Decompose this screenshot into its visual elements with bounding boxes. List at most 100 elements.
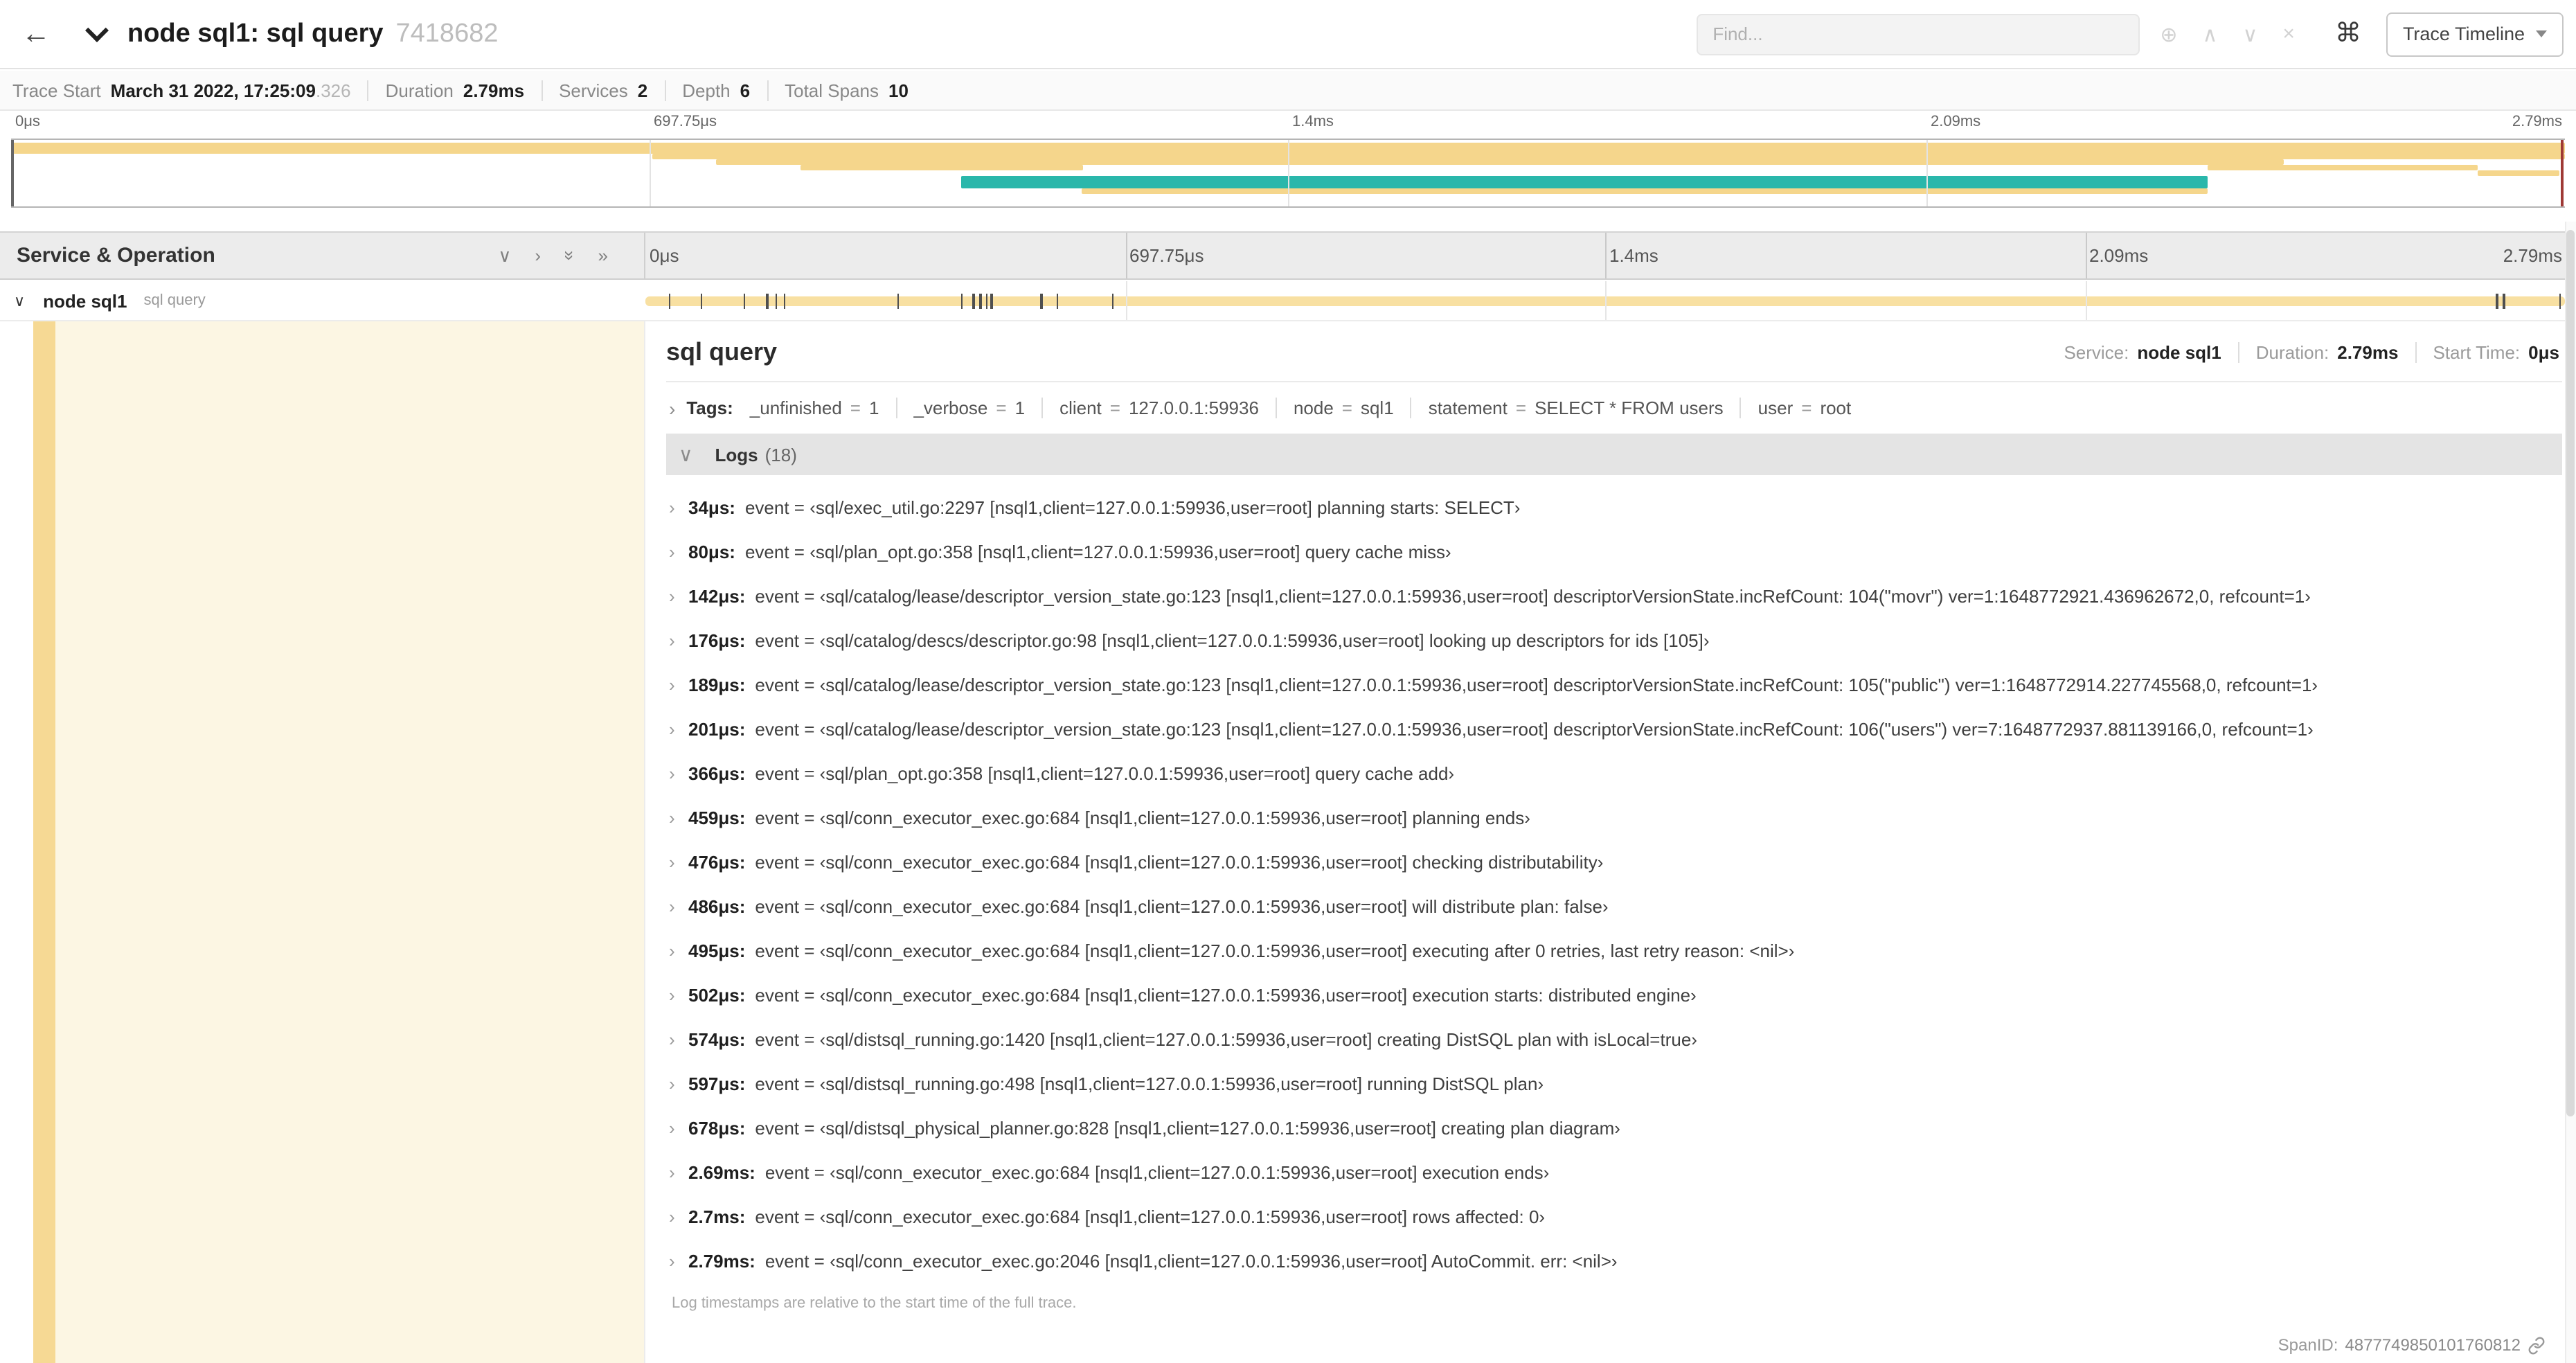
gridline [1125, 281, 1127, 320]
meta-label: Start Time: [2433, 342, 2521, 363]
summary-item: Trace Start March 31 2022, 17:25:09.326 [12, 80, 351, 100]
log-message: event = ‹sql/conn_executor_exec.go:684 [… [755, 984, 1697, 1005]
log-message: event = ‹sql/conn_executor_exec.go:684 [… [755, 851, 1604, 872]
span-name-cell[interactable]: ∨ node sql1 sql query [0, 281, 645, 320]
tag-item: _unfinished = 1 [750, 398, 896, 418]
equals-sign: = [1341, 398, 1352, 418]
log-row[interactable]: › 2.79ms: event = ‹sql/conn_executor_exec.… [669, 1238, 2562, 1283]
log-row[interactable]: › 597μs: event = ‹sql/distsql_running.go:4… [669, 1061, 2562, 1105]
span-detail-header: sql query Service: node sql1 Duration: 2.79… [666, 327, 2562, 382]
log-row[interactable]: › 574μs: event = ‹sql/distsql_running.go:1… [669, 1017, 2562, 1061]
trace-summary-bar: Trace Start March 31 2022, 17:25:09.326 Du… [0, 71, 2576, 111]
collapse-all-icon[interactable]: » [559, 251, 580, 260]
log-message: event = ‹sql/distsql_physical_planner.go… [755, 1117, 1620, 1138]
log-row[interactable]: › 80μs: event = ‹sql/plan_opt.go:358 [nsql… [669, 529, 2562, 573]
timeline-header-row: Service & Operation ∨ › » » 0μs 697.75μs 1.4m… [0, 231, 2576, 280]
back-button[interactable]: ← [8, 6, 64, 62]
log-marker [2496, 294, 2498, 309]
log-marker [1040, 294, 1043, 309]
log-row[interactable]: › 189μs: event = ‹sql/catalog/lease/descri… [669, 662, 2562, 706]
span-color-strip [33, 321, 55, 1363]
chevron-right-icon: › [669, 630, 675, 650]
log-row[interactable]: › 495μs: event = ‹sql/conn_executor_exec.g… [669, 928, 2562, 972]
tag-value: 1 [1014, 398, 1026, 418]
time-tick-label: 2.79ms [2503, 245, 2562, 266]
meta-label: Duration: [2255, 342, 2329, 363]
logs-accordion-header[interactable]: ∨ Logs (18) [666, 434, 2562, 475]
log-row[interactable]: › 176μs: event = ‹sql/catalog/descs/descri… [669, 618, 2562, 662]
span-id-row: SpanID: 4877749850101760812 [2278, 1335, 2546, 1355]
prev-result-icon[interactable]: ∧ [2190, 21, 2230, 46]
minimap-span-bar [800, 165, 1084, 170]
log-message: event = ‹sql/conn_executor_exec.go:684 [… [755, 940, 1795, 961]
log-message: event = ‹sql/conn_executor_exec.go:684 [… [764, 1161, 1550, 1182]
log-row[interactable]: › 2.7ms: event = ‹sql/conn_executor_exec.g… [669, 1194, 2562, 1238]
log-marker [700, 294, 703, 309]
log-row[interactable]: › 459μs: event = ‹sql/conn_executor_exec.g… [669, 795, 2562, 839]
chevron-right-icon: › [669, 497, 675, 517]
trace-view-select[interactable]: Trace Timeline [2386, 12, 2564, 56]
log-row[interactable]: › 678μs: event = ‹sql/distsql_physical_pla… [669, 1105, 2562, 1150]
minimap-left-scrubber[interactable] [11, 140, 14, 206]
equals-sign: = [1801, 398, 1812, 418]
next-result-icon[interactable]: ∨ [2230, 21, 2270, 46]
span-row: ∨ node sql1 sql query [0, 281, 2576, 321]
chevron-right-icon: › [669, 1206, 675, 1227]
equals-sign: = [996, 398, 1007, 418]
log-marker [743, 294, 746, 309]
summary-suffix: .326 [315, 80, 351, 100]
log-marker [990, 294, 993, 309]
find-controls: ⊕ ∧ ∨ × [2147, 21, 2307, 46]
collapse-trace-chevron-icon[interactable] [85, 18, 109, 42]
chevron-right-icon: › [669, 807, 675, 828]
log-message: event = ‹sql/distsql_running.go:498 [nsq… [755, 1073, 1544, 1094]
chevron-down-icon[interactable]: ∨ [14, 292, 25, 310]
chevron-right-icon: › [669, 1161, 675, 1182]
chevron-right-icon: › [669, 763, 675, 783]
expand-one-icon[interactable]: › [535, 247, 541, 265]
log-row[interactable]: › 201μs: event = ‹sql/catalog/lease/descri… [669, 706, 2562, 751]
tags-accordion[interactable]: › Tags: _unfinished = 1 _verbose = 1 client = 12… [666, 382, 2562, 434]
chevron-right-icon: › [669, 851, 675, 872]
summary-label: Trace Start [12, 80, 101, 100]
minimap-span-bar [1081, 188, 2208, 194]
log-timestamp: 486μs: [688, 896, 746, 916]
focus-spans-icon[interactable]: ⊕ [2147, 21, 2190, 46]
log-row[interactable]: › 142μs: event = ‹sql/catalog/lease/descri… [669, 573, 2562, 618]
summary-label: Duration [385, 80, 454, 100]
span-meta-item: Service: node sql1 [2064, 342, 2221, 363]
divider [367, 80, 369, 100]
chevron-right-icon: › [669, 984, 675, 1005]
log-row[interactable]: › 34μs: event = ‹sql/exec_util.go:2297 [ns… [669, 485, 2562, 529]
span-meta-item: Duration: 2.79ms [2256, 342, 2399, 363]
time-tick-label: 2.09ms [1931, 114, 1981, 130]
span-bar-cell[interactable] [645, 281, 2565, 320]
link-icon[interactable] [2528, 1336, 2546, 1354]
find-input[interactable] [1696, 13, 2140, 55]
log-row[interactable]: › 2.69ms: event = ‹sql/conn_executor_exec.… [669, 1150, 2562, 1194]
minimap-span-bar [2207, 165, 2478, 170]
scrollbar-thumb[interactable] [2566, 230, 2575, 1116]
log-timestamp: 459μs: [688, 807, 746, 828]
log-row[interactable]: › 366μs: event = ‹sql/plan_opt.go:358 [nsq… [669, 751, 2562, 795]
log-message: event = ‹sql/catalog/descs/descriptor.go… [755, 630, 1710, 650]
timeline-minimap[interactable] [11, 139, 2565, 208]
tag-value: SELECT * FROM users [1535, 398, 1724, 418]
log-row[interactable]: › 476μs: event = ‹sql/conn_executor_exec.g… [669, 839, 2562, 884]
span-operation-name: sql query [143, 292, 206, 309]
keyboard-shortcuts-button[interactable]: ⌘ [2327, 17, 2370, 51]
trace-detail-area: sql query Service: node sql1 Duration: 2.79… [0, 321, 2576, 1363]
log-timestamp: 2.7ms: [688, 1206, 746, 1227]
timeline-ruler: 0μs 697.75μs 1.4ms 2.09ms 2.79ms [645, 233, 2565, 278]
detail-left-column [0, 321, 645, 1363]
span-detail-panel: sql query Service: node sql1 Duration: 2.79… [647, 321, 2565, 1363]
log-row[interactable]: › 486μs: event = ‹sql/conn_executor_exec.g… [669, 884, 2562, 928]
chevron-right-icon: › [669, 896, 675, 916]
time-tick-label: 0μs [15, 114, 40, 130]
tag-value: 1 [868, 398, 879, 418]
collapse-one-icon[interactable]: ∨ [498, 247, 511, 265]
log-row[interactable]: › 502μs: event = ‹sql/conn_executor_exec.g… [669, 972, 2562, 1017]
chevron-right-icon: › [669, 718, 675, 739]
clear-search-icon[interactable]: × [2270, 22, 2307, 46]
expand-all-icon[interactable]: » [598, 247, 608, 265]
